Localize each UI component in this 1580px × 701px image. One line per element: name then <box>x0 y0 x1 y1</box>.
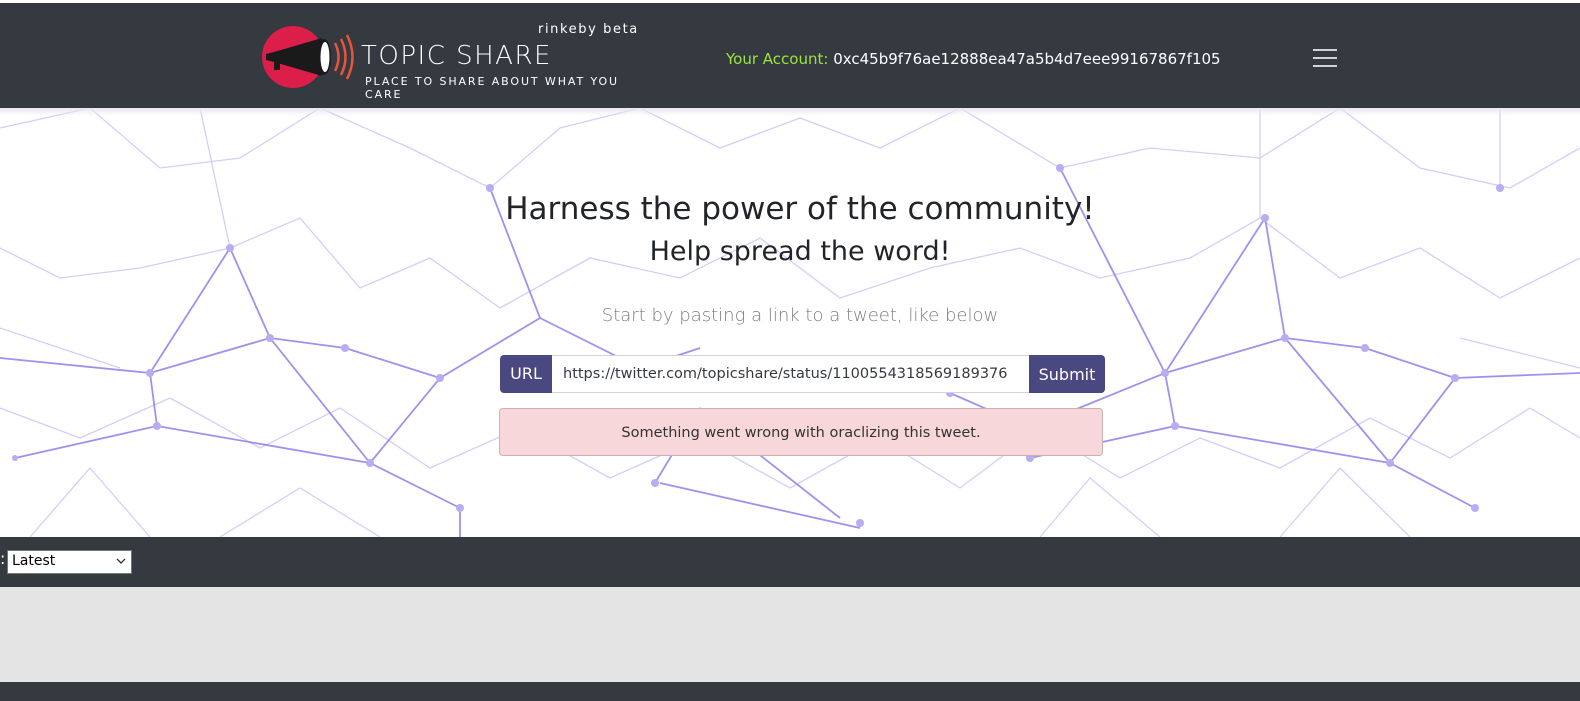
hero-shadow <box>0 108 1580 116</box>
hero-section: Harness the power of the community! Help… <box>0 108 1580 537</box>
filter-bar: : Latest <box>0 537 1580 587</box>
brand-tag: rinkeby beta <box>538 22 639 37</box>
account-label: Your Account: <box>726 50 829 68</box>
topics-content-area <box>0 587 1580 682</box>
instructions-text: Start by pasting a link to a tweet, like… <box>601 305 999 326</box>
account-info: Your Account: 0xc45b9f76ae12888ea47a5b4d… <box>726 50 1221 68</box>
url-prefix-label: URL <box>500 355 552 393</box>
megaphone-icon <box>266 34 354 80</box>
sort-select[interactable]: Latest <box>7 550 132 574</box>
brand-subtitle: PLACE TO SHARE ABOUT WHAT YOU CARE <box>365 75 619 101</box>
sort-selected-value: Latest <box>12 553 56 569</box>
subheadline: Help spread the word! <box>649 236 951 267</box>
url-form: URL Submit <box>500 355 1105 393</box>
error-alert: Something went wrong with oraclizing thi… <box>499 408 1103 456</box>
brand-title: TOPIC SHARE <box>361 41 552 71</box>
navbar: rinkeby beta TOPIC SHARE PLACE TO SHARE … <box>0 3 1580 108</box>
footer <box>0 682 1580 701</box>
account-address: 0xc45b9f76ae12888ea47a5b4d7eee99167867f1… <box>833 50 1221 68</box>
chevron-down-icon <box>116 558 126 564</box>
sort-label-colon: : <box>0 549 6 568</box>
tweet-url-input[interactable] <box>552 355 1029 393</box>
hamburger-icon[interactable] <box>1300 40 1350 80</box>
headline: Harness the power of the community! <box>505 191 1095 227</box>
topic-share-logo[interactable]: rinkeby beta TOPIC SHARE PLACE TO SHARE … <box>262 21 642 101</box>
submit-button[interactable]: Submit <box>1029 355 1105 393</box>
